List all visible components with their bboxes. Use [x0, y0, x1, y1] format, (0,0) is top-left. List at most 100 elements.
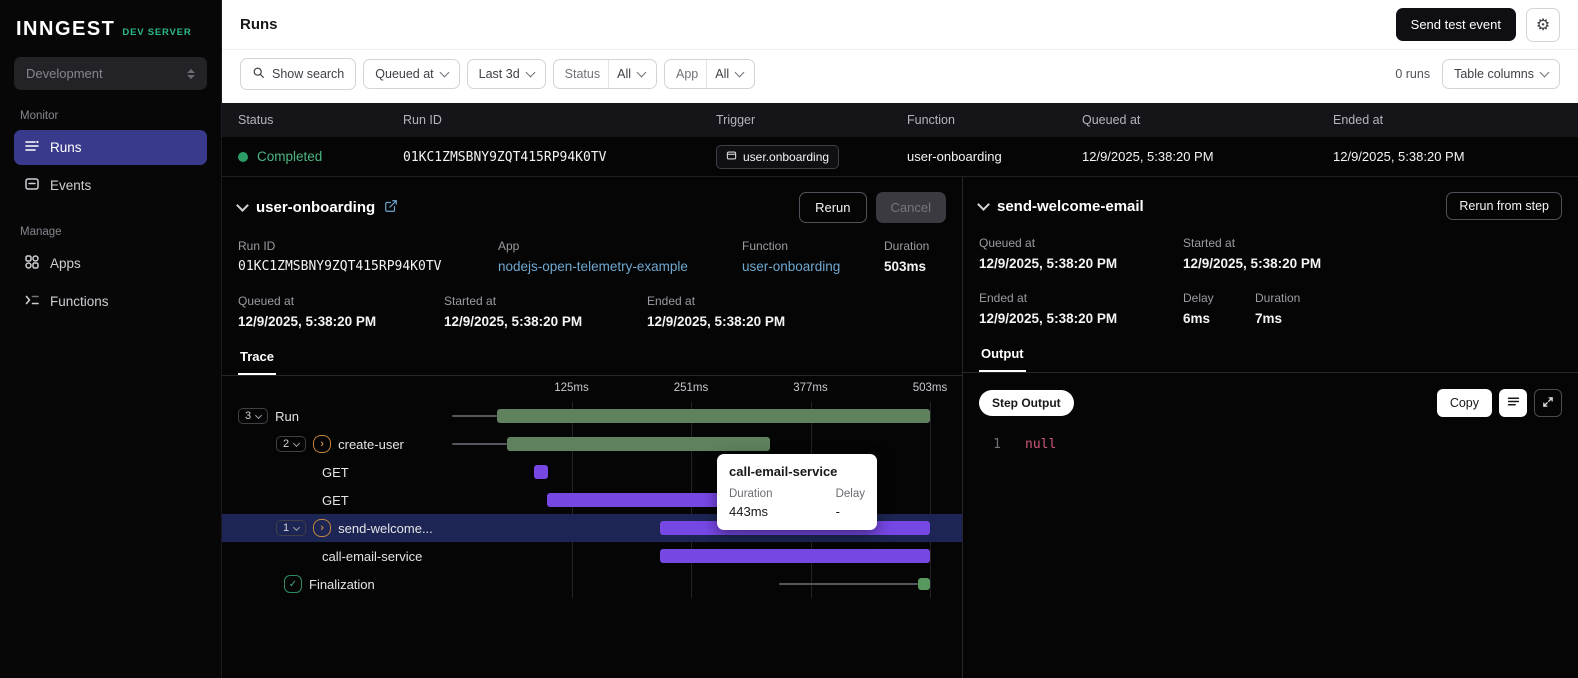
column-header-run-id: Run ID: [403, 113, 442, 127]
lines-icon: [1507, 395, 1520, 411]
trace-row-finalization[interactable]: ✓ Finalization: [222, 570, 962, 598]
step-details-tabs: Output: [963, 342, 1578, 373]
span-bar-get[interactable]: [534, 465, 548, 479]
run-id-cell: 01KC1ZMSBNY9ZQT415RP94K0TV: [403, 149, 716, 165]
app-link[interactable]: nodejs-open-telemetry-example: [498, 259, 742, 274]
ended-at-value: 12/9/2025, 5:38:20 PM: [979, 311, 1118, 326]
tooltip-value: 443ms: [729, 504, 769, 519]
span-bar-get[interactable]: [547, 493, 723, 507]
copy-button[interactable]: Copy: [1436, 389, 1492, 417]
send-test-event-button[interactable]: Send test event: [1395, 8, 1516, 41]
field-label: Duration: [884, 239, 930, 253]
span-bar-finalization[interactable]: [918, 578, 930, 590]
collapse-toggle[interactable]: 1: [276, 520, 307, 536]
app-filter[interactable]: App All: [664, 59, 756, 89]
line-number: 1: [993, 437, 1001, 452]
show-search-label: Show search: [272, 67, 345, 81]
trace-row-name: GET: [322, 464, 349, 480]
event-icon: [726, 150, 737, 164]
app-filter-label: App: [676, 67, 699, 81]
trigger-badge[interactable]: user.onboarding: [716, 144, 840, 169]
show-search-button[interactable]: Show search: [240, 58, 357, 90]
queued-at-cell: 12/9/2025, 5:38:20 PM: [1082, 149, 1214, 164]
updown-chevron-icon: [187, 68, 195, 79]
expand-button[interactable]: [1534, 389, 1562, 417]
chevron-down-icon[interactable]: [977, 197, 990, 211]
trace-row-call-email-service[interactable]: call-email-service: [222, 542, 962, 570]
app-filter-value: All: [715, 67, 730, 81]
sidebar-item-functions[interactable]: Functions: [14, 284, 207, 319]
column-header-queued-at: Queued at: [1082, 113, 1141, 127]
span-bar-call-email-service[interactable]: [659, 549, 930, 563]
chevron-down-icon: [734, 67, 745, 78]
field-label: Ended at: [979, 291, 1028, 305]
tooltip-grid: Duration 443ms Delay -: [729, 488, 865, 519]
run-details-panel: user-onboarding Rerun Cancel Run ID 01KC…: [222, 177, 963, 678]
settings-button[interactable]: ⚙: [1526, 7, 1560, 42]
trace-tooltip: call-email-service Duration 443ms Delay …: [717, 454, 877, 530]
tooltip-title: call-email-service: [729, 464, 838, 479]
status-filter-label: Status: [564, 67, 601, 81]
field-label: Started at: [1183, 236, 1236, 250]
trace-row-name: call-email-service: [322, 548, 423, 564]
trace-row-run[interactable]: 3 Run: [222, 402, 962, 430]
field-started-at: Started at 12/9/2025, 5:38:20 PM: [444, 294, 647, 329]
tab-output[interactable]: Output: [979, 342, 1026, 372]
trace-row-label-area: 3 Run: [222, 408, 452, 424]
collapse-toggle[interactable]: 3: [238, 408, 269, 424]
function-link[interactable]: user-onboarding: [742, 259, 884, 274]
duration-value: 503ms: [884, 259, 927, 274]
table-row[interactable]: Completed 01KC1ZMSBNY9ZQT415RP94K0TV use…: [222, 137, 1578, 177]
queue-wait-line: [452, 443, 507, 445]
sidebar: INNGEST DEV SERVER Development Monitor R…: [0, 0, 222, 678]
trace-row-name: Run: [275, 408, 299, 424]
tooltip-value: -: [835, 504, 840, 519]
step-title: send-welcome-email: [997, 197, 1144, 215]
queued-at-filter[interactable]: Queued at: [363, 59, 460, 89]
filter-chips: Show search Queued at Last 3d Status All: [240, 58, 1395, 90]
divider: [608, 60, 610, 88]
collapse-count: 1: [283, 522, 290, 534]
step-output-code[interactable]: 1 null: [963, 417, 1578, 472]
time-range-value: Last 3d: [478, 67, 520, 81]
topbar-actions: Send test event ⚙: [1395, 7, 1560, 42]
column-header-status: Status: [238, 113, 274, 127]
run-fields-row-2: Queued at 12/9/2025, 5:38:20 PM Started …: [222, 284, 962, 329]
trace-time-axis: 125ms 251ms 377ms 503ms: [452, 376, 947, 402]
filter-right: 0 runs Table columns: [1395, 59, 1560, 89]
run-id-value: 01KC1ZMSBNY9ZQT415RP94K0TV: [403, 149, 607, 165]
external-link-icon[interactable]: [384, 199, 398, 216]
word-wrap-button[interactable]: [1499, 389, 1527, 417]
field-label: Queued at: [238, 294, 295, 308]
tab-trace[interactable]: Trace: [238, 345, 276, 375]
field-started-at: Started at 12/9/2025, 5:38:20 PM: [1183, 236, 1321, 271]
collapse-toggle[interactable]: 2: [276, 436, 307, 452]
run-details-split: user-onboarding Rerun Cancel Run ID 01KC…: [222, 177, 1578, 678]
sidebar-item-events[interactable]: Events: [14, 168, 207, 203]
trace-row-label-area: 1 › send-welcome...: [222, 519, 452, 537]
time-range-filter[interactable]: Last 3d: [466, 59, 546, 89]
table-columns-select[interactable]: Table columns: [1442, 59, 1560, 89]
step-details-header: send-welcome-email Rerun from step: [963, 177, 1578, 226]
status-filter[interactable]: Status All: [552, 59, 658, 89]
field-run-id: Run ID 01KC1ZMSBNY9ZQT415RP94K0TV: [238, 239, 498, 274]
trace-waterfall: 125ms 251ms 377ms 503ms 3 Run 2 › create…: [222, 376, 962, 678]
rerun-button[interactable]: Rerun: [799, 192, 867, 223]
axis-tick: 125ms: [554, 382, 589, 394]
trace-track: [452, 402, 930, 430]
status-badge: Completed: [257, 149, 323, 164]
sidebar-item-runs[interactable]: Runs: [14, 130, 207, 165]
span-bar-run[interactable]: [496, 409, 930, 423]
environment-selector[interactable]: Development: [14, 57, 207, 90]
duration-value: 7ms: [1255, 311, 1283, 326]
page-title: Runs: [240, 16, 278, 33]
section-label-monitor: Monitor: [20, 110, 59, 122]
step-output-badge: Step Output: [979, 390, 1074, 416]
chevron-down-icon[interactable]: [236, 199, 249, 212]
rerun-from-step-button[interactable]: Rerun from step: [1446, 192, 1562, 220]
sidebar-item-apps[interactable]: Apps: [14, 246, 207, 281]
span-bar-create-user[interactable]: [506, 437, 770, 451]
runs-table-header: Status Run ID Trigger Function Queued at…: [222, 103, 1578, 137]
field-label: Delay: [1183, 291, 1214, 305]
step-run-icon: ›: [313, 435, 332, 453]
